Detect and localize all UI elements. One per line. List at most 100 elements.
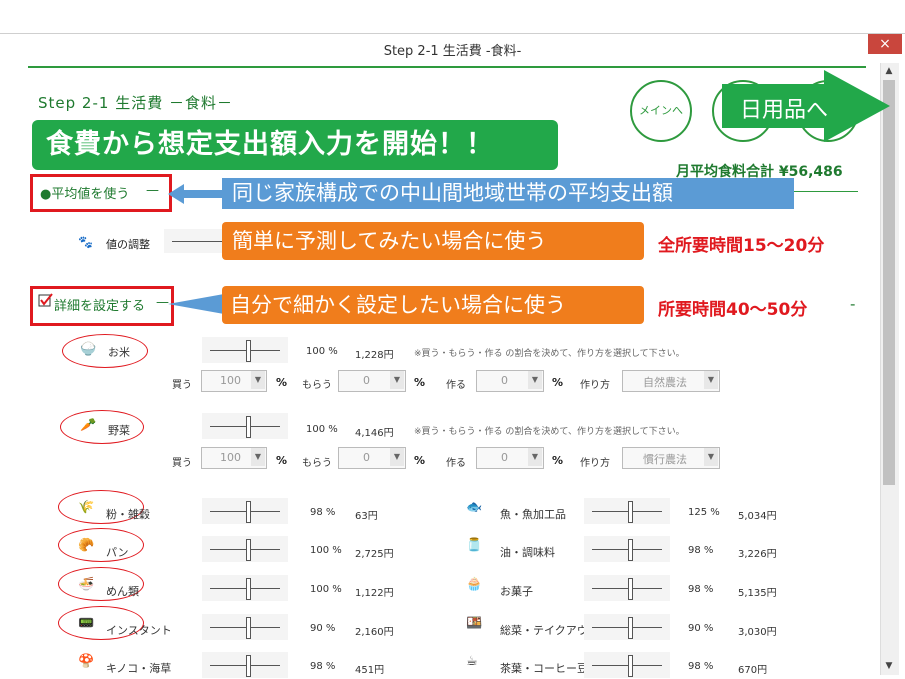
veg-make-pct: % <box>552 454 564 467</box>
veg-yen: 4,146円 <box>355 428 394 439</box>
left-item-slider[interactable] <box>202 614 288 640</box>
rice-receive-select[interactable]: 0 ▼ <box>338 370 406 392</box>
slider-knob[interactable] <box>246 539 251 561</box>
left-item-yen: 2,160円 <box>355 627 394 638</box>
rice-buy-select[interactable]: 100 ▼ <box>201 370 267 392</box>
chevron-down-icon: ▼ <box>251 448 265 466</box>
paw-icon: 🐾 <box>78 235 93 249</box>
left-item-label: パン <box>106 546 129 559</box>
rice-note: ※買う・もらう・作る の割合を決めて、作り方を選択して下さい。 <box>414 349 685 359</box>
slider-knob[interactable] <box>628 501 633 523</box>
bread-icon: 🥐 <box>78 538 95 553</box>
callout-pointer-shape <box>168 210 228 230</box>
fish-icon: 🐟 <box>466 500 483 515</box>
item-highlight <box>58 528 144 562</box>
left-item-slider[interactable] <box>202 652 288 678</box>
right-item-slider[interactable] <box>584 652 670 678</box>
rice-method-select[interactable]: 自然農法 ▼ <box>622 370 720 392</box>
checkbox-checked-icon[interactable] <box>38 292 54 308</box>
callout-arrow-left-icon <box>168 184 224 204</box>
left-item-slider[interactable] <box>202 575 288 601</box>
slider-knob[interactable] <box>246 655 251 677</box>
chevron-down-icon: ▼ <box>528 448 542 466</box>
veg-method-select[interactable]: 慣行農法 ▼ <box>622 447 720 469</box>
slider-track <box>210 627 280 628</box>
right-item-yen: 5,034円 <box>738 511 777 522</box>
slider-knob[interactable] <box>246 617 251 639</box>
detail-time-dash: - <box>850 295 856 313</box>
right-item-label: お菓子 <box>500 585 533 598</box>
average-option-radio[interactable]: ●平均値を使う <box>40 183 129 202</box>
right-item-slider[interactable] <box>584 536 670 562</box>
left-item-label: キノコ・海草 <box>106 662 172 675</box>
left-item-label: インスタント <box>106 624 172 637</box>
right-item-label: 魚・魚加工品 <box>500 508 566 521</box>
slider-knob[interactable] <box>246 578 251 600</box>
slider-knob[interactable] <box>628 617 633 639</box>
rice-receive-label: もらう <box>302 380 332 391</box>
rice-buy-label: 買う <box>172 380 192 391</box>
slider-knob[interactable] <box>246 501 251 523</box>
close-button[interactable]: × <box>868 34 902 54</box>
veg-receive-pct: % <box>414 454 426 467</box>
left-item-yen: 1,122円 <box>355 588 394 599</box>
veg-label: 野菜 <box>108 424 130 437</box>
chevron-down-icon: ▼ <box>704 448 718 466</box>
average-callout: 同じ家族構成での中山間地域世帯の平均支出額 <box>222 178 794 209</box>
rice-slider[interactable] <box>202 337 288 363</box>
veg-slider[interactable] <box>202 413 288 439</box>
rice-method-label: 作り方 <box>580 380 610 391</box>
chevron-down-icon: ▼ <box>390 448 404 466</box>
slider-knob[interactable] <box>628 655 633 677</box>
right-item-slider[interactable] <box>584 498 670 524</box>
total-underline <box>794 191 858 192</box>
rice-make-pct: % <box>552 376 564 389</box>
scroll-down-arrow[interactable]: ▼ <box>880 661 898 671</box>
right-item-yen: 670円 <box>738 665 768 676</box>
simple-time-estimate: 全所要時間15〜20分 <box>658 236 825 256</box>
veg-make-select[interactable]: 0 ▼ <box>476 447 544 469</box>
rice-label: お米 <box>108 346 130 359</box>
left-item-label: 粉・雑穀 <box>106 508 150 521</box>
next-button-label[interactable]: 日用品へ <box>740 92 828 124</box>
adjust-slider[interactable] <box>164 229 224 253</box>
slider-track <box>210 665 280 666</box>
detail-time-estimate: 所要時間40〜50分 <box>658 300 808 320</box>
left-item-slider[interactable] <box>202 536 288 562</box>
top-divider <box>28 66 866 68</box>
left-item-yen: 451円 <box>355 665 385 676</box>
left-item-yen: 63円 <box>355 511 378 522</box>
left-item-percent: 90 % <box>310 623 336 634</box>
oil-bottle-icon: 🫙 <box>466 538 483 553</box>
mushroom-icon: 🍄 <box>78 654 95 669</box>
rice-make-select[interactable]: 0 ▼ <box>476 370 544 392</box>
rice-receive-pct: % <box>414 376 426 389</box>
right-item-percent: 90 % <box>688 623 714 634</box>
left-item-slider[interactable] <box>202 498 288 524</box>
veg-method-label: 作り方 <box>580 458 610 469</box>
detail-option-label[interactable]: 詳細を設定する <box>54 295 145 314</box>
right-item-slider[interactable] <box>584 614 670 640</box>
left-item-percent: 100 % <box>310 545 342 556</box>
slider-knob[interactable] <box>628 578 633 600</box>
window-title: Step 2-1 生活費 -食料- <box>383 44 522 59</box>
rice-yen: 1,228円 <box>355 350 394 361</box>
slider-track <box>592 665 662 666</box>
slider-knob[interactable] <box>628 539 633 561</box>
slider-track <box>592 511 662 512</box>
main-menu-button[interactable]: メインへ <box>630 80 692 142</box>
rice-percent: 100 % <box>306 346 338 357</box>
microwave-icon: 📟 <box>78 616 95 631</box>
right-item-yen: 3,030円 <box>738 627 777 638</box>
veg-receive-select[interactable]: 0 ▼ <box>338 447 406 469</box>
coffee-cup-icon: ☕ <box>466 654 478 669</box>
slider-track <box>592 627 662 628</box>
veg-buy-select[interactable]: 100 ▼ <box>201 447 267 469</box>
left-item-label: めん類 <box>106 585 139 598</box>
carrot-icon: 🥕 <box>80 418 97 433</box>
slider-track <box>210 588 280 589</box>
right-item-yen: 5,135円 <box>738 588 777 599</box>
right-item-slider[interactable] <box>584 575 670 601</box>
right-item-yen: 3,226円 <box>738 549 777 560</box>
veg-buy-label: 買う <box>172 458 192 469</box>
